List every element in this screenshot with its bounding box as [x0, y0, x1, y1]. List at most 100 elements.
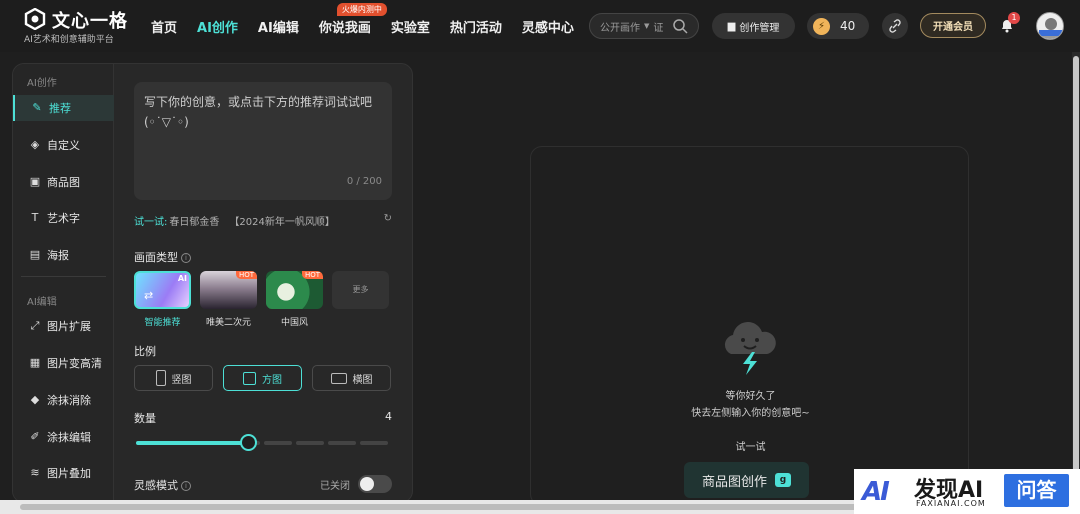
sidebar-item-erase[interactable]: ◆ 涂抹消除	[13, 387, 114, 413]
nav-home[interactable]: 首页	[151, 17, 177, 36]
sidebar-section-title: AI编辑	[27, 297, 57, 308]
ratio-square[interactable]: 方图	[223, 365, 302, 391]
vip-button[interactable]: 开通会员	[920, 13, 986, 38]
manage-button[interactable]: ▆ 创作管理	[712, 13, 795, 39]
product-create-button[interactable]: 商品图创作 g	[684, 462, 809, 498]
sidebar-item-recommend[interactable]: ✎ 推荐	[13, 95, 114, 121]
notification-button[interactable]: 1	[999, 12, 1020, 33]
square-icon	[243, 371, 256, 385]
logo[interactable]: 文心一格 AI艺术和创意辅助平台	[24, 7, 134, 47]
avatar[interactable]	[1036, 12, 1064, 40]
prompt-placeholder: 写下你的创意，或点击下方的推荐词试试吧(◦˙▽˙◦)	[144, 95, 373, 129]
type-name: 智能推荐	[144, 318, 181, 328]
type-anime[interactable]: HOT 唯美二次元	[200, 271, 257, 328]
sidebar-item-expand[interactable]: ⤢ 图片扩展	[13, 313, 114, 339]
type-chinese[interactable]: HOT 中国风	[266, 271, 323, 328]
nav-lab[interactable]: 实验室	[391, 17, 430, 36]
inspire-label: 灵感模式 i	[134, 477, 191, 493]
preview-area: 等你好久了 快去左侧输入你的创意吧~ 试一试 商品图创作 g	[530, 146, 969, 506]
bolt-icon: ⚡	[813, 17, 830, 35]
search-scope[interactable]: 公开画作	[600, 19, 640, 34]
watermark: AI 发现AI FAXIANAI.COM 问答	[854, 469, 1080, 514]
ratio-name: 方图	[262, 374, 282, 386]
ratio-name: 竖图	[171, 374, 192, 386]
sidebar-item-smear-edit[interactable]: ✐ 涂抹编辑	[13, 424, 114, 450]
toggle-switch[interactable]	[358, 475, 392, 493]
vertical-scrollbar[interactable]	[1072, 52, 1080, 500]
empty-hint: 快去左侧输入你的创意吧~	[691, 408, 810, 419]
nav-ai-edit[interactable]: AI编辑	[258, 17, 299, 36]
type-thumb: AI ⇄	[134, 271, 191, 309]
type-list: AI ⇄ 智能推荐 HOT 唯美二次元 HOT 中国风 更多	[134, 271, 398, 328]
swap-icon: ⇄	[144, 289, 154, 302]
slider-fill	[136, 441, 248, 445]
sidebar-item-label: 海报	[47, 249, 69, 262]
sidebar-item-hd[interactable]: ▦ 图片变高清	[13, 350, 114, 376]
sidebar-item-poster[interactable]: ▤ 海报	[13, 242, 114, 268]
sidebar-item-art-text[interactable]: T 艺术字	[13, 205, 114, 231]
cube-icon: ◈	[30, 138, 40, 151]
search-box[interactable]: 公开画作 ▼ 证	[589, 13, 699, 39]
ratio-landscape[interactable]: 横图	[312, 365, 391, 391]
char-counter: 0 / 200	[346, 176, 382, 187]
watermark-domain: FAXIANAI.COM	[916, 499, 986, 508]
brand-name: 文心一格	[52, 11, 128, 32]
try-title: 试一试	[735, 442, 766, 453]
slider-handle[interactable]	[240, 434, 257, 451]
try-label: 试一试:	[134, 217, 168, 228]
nav-you-say-i-draw[interactable]: 你说我画 火爆内测中	[319, 3, 387, 36]
empty-title: 等你好久了	[725, 391, 776, 402]
nav-inspiration[interactable]: 灵感中心	[522, 17, 574, 36]
scrollbar-thumb[interactable]	[1073, 56, 1079, 494]
sidebar-item-overlay[interactable]: ≋ 图片叠加	[13, 460, 114, 486]
ratio-name: 横图	[352, 374, 373, 386]
try-suggestions: 试一试: 春日郁金香 【2024新年一帆风顺】 ↻	[134, 213, 392, 228]
type-smart[interactable]: AI ⇄ 智能推荐	[134, 271, 191, 328]
hot-tag: HOT	[235, 271, 257, 279]
info-icon[interactable]: i	[181, 253, 191, 263]
search-icon[interactable]	[672, 18, 688, 34]
logo-icon	[24, 8, 46, 30]
notification-count: 1	[1008, 12, 1020, 24]
prompt-input[interactable]: 写下你的创意，或点击下方的推荐词试试吧(◦˙▽˙◦) 0 / 200	[134, 82, 392, 200]
portrait-icon	[155, 370, 166, 386]
sidebar-item-label: 自定义	[47, 139, 80, 152]
quantity-slider[interactable]	[136, 434, 388, 451]
sidebar-item-product[interactable]: ▣ 商品图	[13, 169, 114, 195]
inspire-toggle[interactable]: 已关闭	[320, 475, 392, 493]
sidebar-item-label: 图片扩展	[47, 320, 91, 333]
watermark-qa: 问答	[1004, 474, 1069, 507]
points-badge[interactable]: ⚡ 40	[807, 13, 869, 39]
type-label-text: 画面类型	[134, 251, 178, 264]
main-nav: 首页 AI创作 AI编辑 你说我画 火爆内测中 实验室 热门活动 灵感中心	[151, 3, 594, 36]
brush-icon: ✎	[32, 101, 42, 114]
suggestion-1[interactable]: 春日郁金香	[169, 217, 219, 228]
nav-events[interactable]: 热门活动	[450, 17, 502, 36]
cloud-bolt-icon	[724, 322, 776, 375]
ratio-options: 竖图 方图 横图	[134, 365, 401, 391]
refresh-icon[interactable]: ↻	[384, 213, 392, 224]
folder-icon: ▆	[727, 20, 736, 32]
link-icon	[889, 19, 901, 33]
more-button: 更多	[332, 271, 389, 309]
image-icon: ▣	[29, 175, 41, 188]
type-more[interactable]: 更多	[332, 271, 389, 328]
hd-icon: ▦	[29, 356, 41, 369]
suggestion-2[interactable]: 【2024新年一帆风顺】	[229, 217, 334, 228]
text-icon: T	[31, 211, 39, 224]
inspire-label-text: 灵感模式	[134, 479, 178, 492]
search-input[interactable]: 证	[653, 19, 663, 34]
sidebar-item-label: 商品图	[47, 176, 80, 189]
quantity-label: 数量	[134, 412, 156, 425]
ai-tag: AI	[177, 274, 187, 283]
link-button[interactable]	[882, 13, 908, 39]
nav-ai-create[interactable]: AI创作	[197, 17, 238, 36]
ratio-portrait[interactable]: 竖图	[134, 365, 213, 391]
info-icon[interactable]: i	[181, 481, 191, 491]
quantity-value: 4	[385, 410, 392, 423]
ratio-label: 比例	[134, 345, 156, 358]
type-thumb: HOT	[200, 271, 257, 309]
brand-subtitle: AI艺术和创意辅助平台	[24, 35, 114, 45]
sidebar-item-custom[interactable]: ◈ 自定义	[13, 132, 114, 158]
type-label: 画面类型 i	[134, 249, 191, 265]
